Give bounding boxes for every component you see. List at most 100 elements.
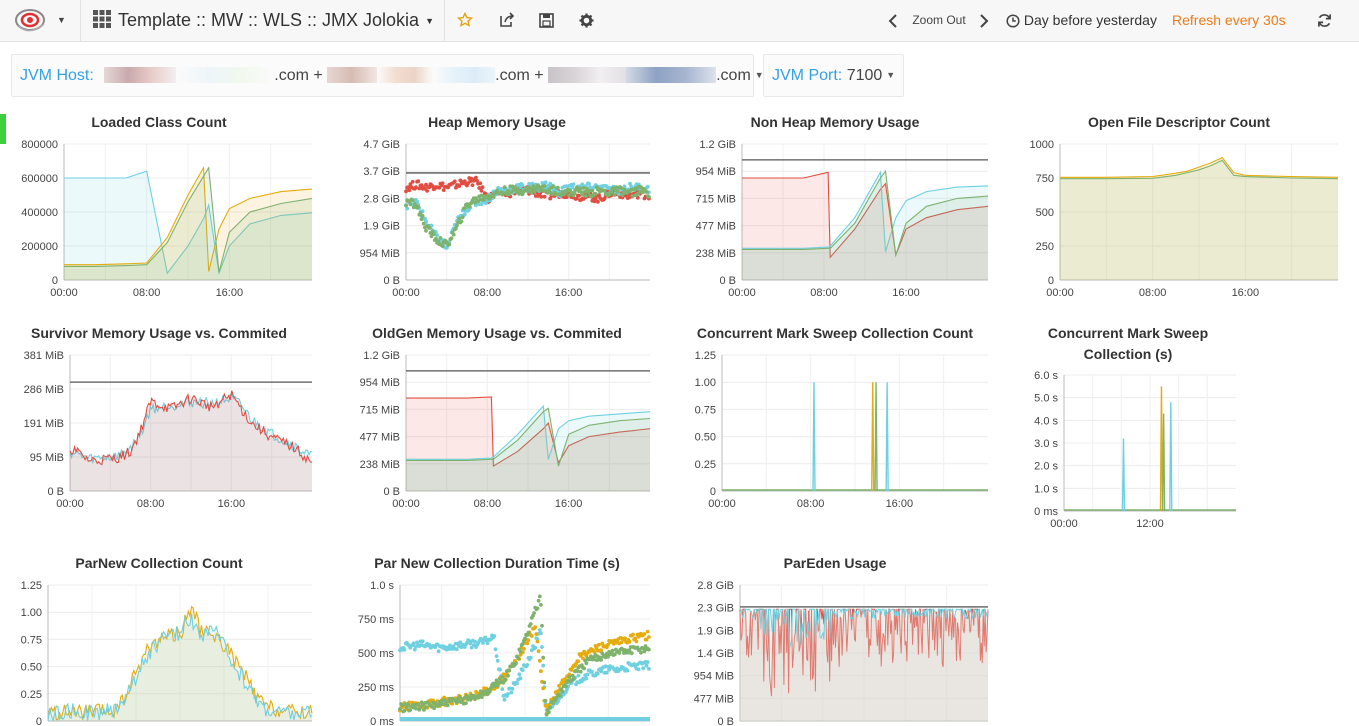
scatter-point — [536, 598, 541, 603]
scatter-point — [518, 649, 523, 654]
panel-oldgen-memory-usage-vs-commited[interactable]: OldGen Memory Usage vs. Commited 1.2 GiB 9… — [338, 319, 656, 519]
refresh-button[interactable] — [1312, 0, 1336, 42]
x-tick-label: 00:00 — [1050, 518, 1078, 530]
scatter-point — [577, 193, 581, 198]
refresh-interval-picker[interactable]: Refresh every 30s — [1172, 0, 1296, 42]
scatter-point — [523, 636, 527, 641]
jvm-port-variable[interactable]: JVM Port: 7100 ▼ — [763, 54, 904, 97]
panel-graph[interactable]: 1.0 s 750 ms 500 ms 250 ms 0 ms — [338, 549, 656, 726]
x-tick-label: 16:00 — [216, 287, 244, 299]
panel-concurrent-mark-sweep-collection-s[interactable]: Concurrent Mark Sweep Collection (s) 6.0 … — [1014, 319, 1242, 539]
scatter-point — [539, 669, 543, 674]
scatter-point — [630, 194, 635, 198]
chevron-right-icon — [980, 14, 989, 28]
x-tick-label: 16:00 — [218, 498, 246, 510]
scatter-point — [535, 606, 540, 611]
scatter-point — [582, 666, 586, 671]
scatter-point — [647, 195, 651, 199]
panel-open-file-descriptor-count[interactable]: Open File Descriptor Count 1000 750 500 250 0… — [1014, 108, 1344, 308]
panel-pareden-usage[interactable]: ParEden Usage 2.8 GiB 2.3 GiB 1.9 GiB 1.4 Gi… — [676, 549, 994, 726]
gear-icon — [578, 13, 594, 28]
y-tick-label: 0.75 — [695, 404, 716, 416]
scatter-point — [495, 658, 500, 663]
panel-graph[interactable]: 1000 750 500 250 000:00 08:00 16:00 — [1014, 108, 1344, 308]
scatter-point — [507, 668, 511, 673]
scatter-point — [400, 703, 405, 708]
jvm-host-part: .com + — [495, 67, 544, 84]
share-button[interactable] — [494, 0, 520, 42]
panel-survivor-memory-usage-vs-commited[interactable]: Survivor Memory Usage vs. Commited 381 Mi… — [0, 319, 318, 519]
scatter-point — [495, 683, 500, 688]
panel-graph[interactable]: 4.7 GiB 3.7 GiB 2.8 GiB 1.9 GiB 954 MiB 0 B00… — [338, 108, 656, 308]
panel-graph[interactable]: 1.2 GiB 954 MiB 715 MiB 477 MiB 238 MiB 0 B00… — [676, 108, 994, 308]
scatter-point — [447, 242, 452, 247]
panel-heap-memory-usage[interactable]: Heap Memory Usage 4.7 GiB 3.7 GiB 2.8 GiB 1.… — [338, 108, 656, 308]
panel-loaded-class-count[interactable]: Loaded Class Count 800000 600000 400000 2000… — [0, 108, 318, 308]
scatter-point — [612, 193, 617, 197]
y-tick-label: 1.00 — [695, 377, 716, 389]
settings-button[interactable] — [573, 0, 599, 42]
scatter-point — [414, 706, 418, 711]
scatter-point — [636, 667, 641, 672]
scatter-point — [629, 651, 634, 656]
y-tick-label: 6.0 s — [1034, 370, 1058, 382]
top-navbar: ▼ Template :: MW :: WLS :: JMX Jolokia ▼ … — [0, 0, 1359, 42]
panel-graph[interactable]: 1.25 1.00 0.75 0.50 0.25 0 — [0, 549, 318, 726]
panel-graph[interactable]: 2.8 GiB 2.3 GiB 1.9 GiB 1.4 GiB 954 MiB 477 M… — [676, 549, 994, 726]
scatter-point — [414, 185, 418, 190]
redacted-hostname — [433, 67, 496, 83]
panel-non-heap-memory-usage[interactable]: Non Heap Memory Usage 1.2 GiB 954 MiB 715 M… — [676, 108, 994, 308]
series-spike-blue — [1169, 402, 1173, 512]
y-tick-label: 1.25 — [695, 350, 716, 362]
scatter-point — [431, 232, 436, 237]
scatter-point — [617, 651, 622, 655]
scatter-point — [581, 186, 586, 190]
scatter-point — [560, 689, 565, 694]
panel-par-new-collection-duration-time-s[interactable]: Par New Collection Duration Time (s) 1.0 … — [338, 549, 656, 726]
dashboard-title-dropdown[interactable]: Template :: MW :: WLS :: JMX Jolokia ▼ — [92, 0, 434, 42]
grafana-logo-menu[interactable]: ▼ — [14, 6, 70, 36]
scatter-point — [424, 228, 428, 233]
scatter-point — [494, 654, 499, 658]
series-area-fill — [70, 390, 312, 491]
time-shift-back-button[interactable] — [884, 0, 902, 42]
y-tick-label: 0.25 — [21, 689, 42, 701]
star-button[interactable] — [452, 0, 478, 42]
y-tick-label: 5.0 s — [1034, 393, 1058, 405]
scatter-point — [479, 193, 484, 198]
panel-parnew-collection-count[interactable]: ParNew Collection Count 1.25 1.00 0.75 0.50 0… — [0, 549, 318, 726]
time-range-picker[interactable]: Day before yesterday — [1006, 0, 1168, 42]
scatter-point — [485, 641, 490, 646]
series-spike-yellow — [871, 382, 875, 492]
panel-graph[interactable]: 1.2 GiB 954 MiB 715 MiB 477 MiB 238 MiB 0 B00… — [338, 319, 656, 519]
scatter-point — [625, 668, 630, 673]
time-shift-forward-button[interactable] — [975, 0, 993, 42]
scatter-point — [645, 184, 650, 189]
scatter-point — [500, 675, 505, 679]
y-tick-label: 954 MiB — [360, 248, 400, 260]
panel-graph[interactable]: 1.25 1.00 0.75 0.50 0.25 000:00 08:00 16:00 — [676, 319, 994, 519]
y-tick-label: 0.50 — [695, 432, 716, 444]
panel-graph[interactable]: 381 MiB 286 MiB 191 MiB 95 MiB 0 B00:00 08:00… — [0, 319, 318, 519]
scatter-point — [580, 193, 585, 197]
scatter-point — [435, 233, 439, 238]
scatter-point — [440, 181, 445, 186]
scatter-point — [480, 185, 485, 190]
jvm-host-variable[interactable]: JVM Host: .com + .com + .com ▼ — [11, 54, 764, 97]
save-icon — [538, 13, 554, 28]
scatter-point — [537, 658, 542, 663]
panel-graph[interactable]: 6.0 s 5.0 s 4.0 s 3.0 s 2.0 s 1.0 s 0 ms00:00 1… — [1014, 319, 1242, 539]
scatter-point — [503, 677, 508, 682]
zoom-out-button[interactable]: Zoom Out — [906, 0, 972, 42]
scatter-point — [516, 656, 521, 661]
panel-concurrent-mark-sweep-collection-count[interactable]: Concurrent Mark Sweep Collection Count 1.… — [676, 319, 994, 519]
scatter-point — [411, 641, 416, 646]
scatter-point — [410, 198, 415, 203]
scatter-point — [599, 658, 603, 662]
scatter-point — [448, 643, 452, 648]
scatter-point — [537, 628, 542, 632]
save-button[interactable] — [533, 0, 559, 42]
scatter-point — [639, 650, 643, 655]
y-tick-label: 2.0 s — [1034, 461, 1058, 473]
panel-graph[interactable]: 800000 600000 400000 200000 000:00 08:00 16:00 — [0, 108, 318, 308]
